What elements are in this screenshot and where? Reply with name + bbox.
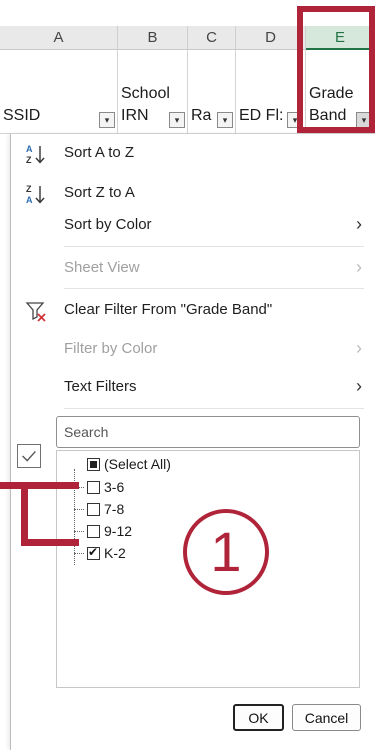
sort-descending-icon: Z A [26,184,45,205]
annotation-bracket-top [0,482,79,489]
header-text: School IRN [121,83,170,127]
menu-label: Filter by Color [64,340,158,357]
menu-label: Clear Filter From "Grade Band" [64,301,273,318]
menu-sort-by-color[interactable]: Sort by Color › [11,206,375,246]
header-line2: Ra [191,107,212,124]
filter-dropdown-icon[interactable]: ▾ [99,112,115,128]
chevron-right-icon: › [356,338,362,358]
chevron-right-icon: › [356,376,362,396]
ok-button[interactable]: OK [233,704,284,731]
svg-text:A: A [26,195,33,205]
column-letter-d[interactable]: D [236,26,306,50]
chevron-right-icon: › [356,214,362,234]
annotation-step-number: 1 [210,520,242,583]
list-item-label: (Select All) [104,456,171,472]
menu-label: Sheet View [64,259,140,276]
header-cell-ssid[interactable]: SSID ▾ [0,50,118,134]
sort-ascending-icon: A Z [26,144,45,165]
svg-text:Z: Z [26,184,32,194]
value-checkbox[interactable] [87,525,100,538]
menu-sheet-view: Sheet View › [11,249,375,289]
menu-label: Sort A to Z [64,144,135,161]
menu-filter-by-color: Filter by Color › [11,330,375,370]
select-all-checkbox[interactable] [87,458,100,471]
list-item-label: 3-6 [104,479,125,495]
menu-divider [64,246,364,247]
menu-clear-filter[interactable]: Clear Filter From "Grade Band" [11,291,375,331]
header-cell-ed-flag[interactable]: ED Fl: ▾ [236,50,306,134]
header-text: SSID [3,105,40,127]
menu-sort-a-to-z[interactable]: A Z Sort A to Z [11,134,375,174]
tree-connector [74,553,84,554]
cancel-button[interactable]: Cancel [292,704,361,731]
annotation-bracket-bottom [21,539,79,546]
annotation-bracket-vertical [21,482,28,546]
annotation-highlight-box [297,6,375,133]
header-line1: School [121,85,170,102]
header-cell-school-irn[interactable]: School IRN ▾ [118,50,188,134]
search-box[interactable] [56,416,360,448]
value-checkbox[interactable] [87,503,100,516]
menu-label: Sort Z to A [64,184,135,201]
tree-connector [74,509,84,510]
list-item-label: K-2 [104,545,126,561]
checkmark-icon [17,444,41,468]
list-item-label: 7-8 [104,501,125,517]
header-text: ED Fl: [239,105,283,127]
annotation-step-circle: 1 [183,509,269,595]
menu-label: Sort by Color [64,216,152,233]
svg-text:A: A [26,144,33,154]
header-line2: ED Fl: [239,107,284,124]
chevron-right-icon: › [356,257,362,277]
menu-label: Text Filters [64,378,137,395]
svg-text:Z: Z [26,155,32,165]
header-line2: IRN [121,107,149,124]
clear-filter-icon [25,302,46,322]
column-letter-b[interactable]: B [118,26,188,50]
menu-text-filters[interactable]: Text Filters › [11,368,375,408]
tree-connector [74,531,84,532]
search-input[interactable] [57,417,359,447]
header-line2: SSID [3,107,41,124]
filter-dropdown-icon[interactable]: ▾ [169,112,185,128]
list-item-label: 9-12 [104,523,133,539]
value-checkbox[interactable] [87,545,100,560]
header-cell-ra[interactable]: Ra ▾ [188,50,236,134]
header-text: Ra [191,105,211,127]
value-checkbox[interactable] [87,481,100,494]
filter-dropdown-icon[interactable]: ▾ [217,112,233,128]
menu-divider [64,288,364,289]
menu-divider [64,408,364,409]
column-letter-c[interactable]: C [188,26,236,50]
column-letter-a[interactable]: A [0,26,118,50]
